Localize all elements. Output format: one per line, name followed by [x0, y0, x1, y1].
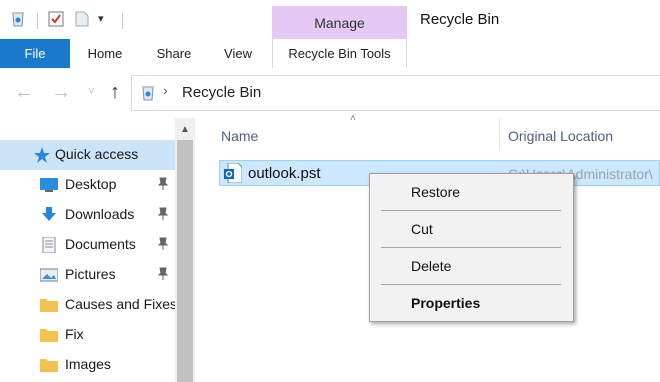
menu-separator [381, 210, 561, 211]
nav-item-fix[interactable]: Fix [0, 320, 175, 350]
breadcrumb-recycle-bin[interactable]: Recycle Bin [182, 84, 261, 101]
window-title: Recycle Bin [420, 11, 500, 28]
back-arrow-icon[interactable]: ← [14, 81, 34, 104]
menu-separator [381, 247, 561, 248]
tab-home[interactable]: Home [76, 39, 134, 68]
download-icon [42, 207, 56, 221]
nav-item-label: Images [65, 356, 111, 372]
tab-recycle-bin-tools[interactable]: Recycle Bin Tools [272, 39, 407, 68]
nav-item-downloads[interactable]: Downloads [0, 200, 175, 230]
recycle-bin-icon [142, 86, 154, 101]
nav-item-pictures[interactable]: Pictures [0, 260, 175, 290]
nav-scrollbar-thumb[interactable] [177, 140, 193, 382]
qat-separator [122, 13, 123, 29]
nav-item-quick-access[interactable]: Quick access [0, 140, 175, 170]
outlook-file-icon [224, 163, 242, 183]
menu-separator [381, 284, 561, 285]
nav-item-images[interactable]: Images [0, 350, 175, 380]
manage-label: Manage [314, 14, 365, 31]
pin-icon [157, 237, 169, 250]
documents-icon [42, 237, 56, 253]
properties-check-icon[interactable] [48, 10, 64, 28]
new-folder-icon[interactable] [74, 10, 90, 28]
column-header-name[interactable]: Name [221, 128, 258, 144]
nav-item-label: Causes and Fixes [65, 296, 175, 312]
pictures-icon [40, 268, 58, 282]
nav-item-desktop[interactable]: Desktop [0, 170, 175, 200]
pin-icon [157, 177, 169, 190]
context-menu-delete[interactable]: Delete [411, 258, 451, 274]
recycle-bin-icon [12, 12, 24, 27]
context-menu-properties[interactable]: Properties [411, 295, 480, 311]
pin-icon [157, 267, 169, 280]
tab-share[interactable]: Share [145, 39, 203, 68]
tab-file[interactable]: File [0, 39, 70, 68]
context-menu-restore[interactable]: Restore [411, 184, 460, 200]
forward-arrow-icon[interactable]: → [51, 81, 71, 104]
qat-dropdown-icon[interactable]: ▾ [98, 12, 104, 25]
nav-item-label: Downloads [65, 206, 135, 222]
breadcrumb-chevron-icon[interactable]: › [163, 82, 168, 98]
up-arrow-icon[interactable]: ↑ [110, 81, 120, 104]
nav-item-label: Quick access [55, 146, 139, 162]
star-icon [34, 147, 50, 163]
nav-item-causes-and-fixes[interactable]: Causes and Fixes [0, 290, 175, 320]
nav-item-label: Desktop [65, 176, 117, 192]
pin-icon [157, 207, 169, 220]
folder-icon [40, 359, 58, 372]
tab-view[interactable]: View [212, 39, 264, 68]
scroll-up-arrow-icon[interactable]: ▲ [175, 118, 195, 140]
folder-icon [40, 299, 58, 312]
nav-item-label: Pictures [65, 266, 116, 282]
manage-tab[interactable]: Manage [272, 6, 407, 39]
desktop-icon [40, 178, 58, 192]
file-name[interactable]: outlook.pst [248, 165, 321, 182]
nav-item-documents[interactable]: Documents [0, 230, 175, 260]
nav-item-label: Fix [65, 326, 84, 342]
context-menu-cut[interactable]: Cut [411, 221, 433, 237]
sort-ascending-icon: ˄ [350, 113, 356, 124]
nav-item-label: Documents [65, 236, 136, 252]
recent-locations-icon[interactable]: ˅ [88, 86, 94, 98]
column-header-original-location[interactable]: Original Location [508, 128, 613, 144]
folder-icon [40, 329, 58, 342]
qat-separator [37, 13, 38, 29]
column-divider[interactable] [499, 118, 500, 151]
